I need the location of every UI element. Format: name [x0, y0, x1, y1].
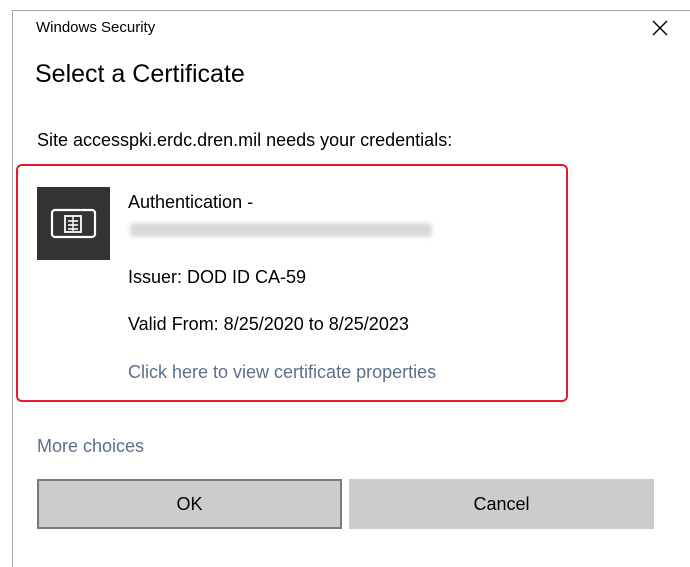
close-button[interactable]	[648, 16, 672, 40]
certificate-subject-redacted	[130, 223, 432, 237]
certificate-issuer: Issuer: DOD ID CA-59	[128, 267, 307, 287]
certificate-title: Authentication -	[128, 192, 254, 212]
certificate-validity: Valid From: 8/25/2020 to 8/25/2023	[128, 314, 409, 334]
site-message: Site accesspki.erdc.dren.mil needs your …	[37, 130, 453, 150]
certificate-card-icon	[37, 187, 110, 260]
window-title: Windows Security	[36, 19, 156, 36]
ok-button[interactable]: OK	[37, 479, 342, 529]
close-icon	[652, 20, 668, 36]
certificate-properties-link[interactable]: Click here to view certificate propertie…	[128, 362, 436, 383]
more-choices-link[interactable]: More choices	[37, 436, 144, 457]
dialog-heading: Select a Certificate	[35, 60, 245, 88]
cancel-button[interactable]: Cancel	[349, 479, 654, 529]
